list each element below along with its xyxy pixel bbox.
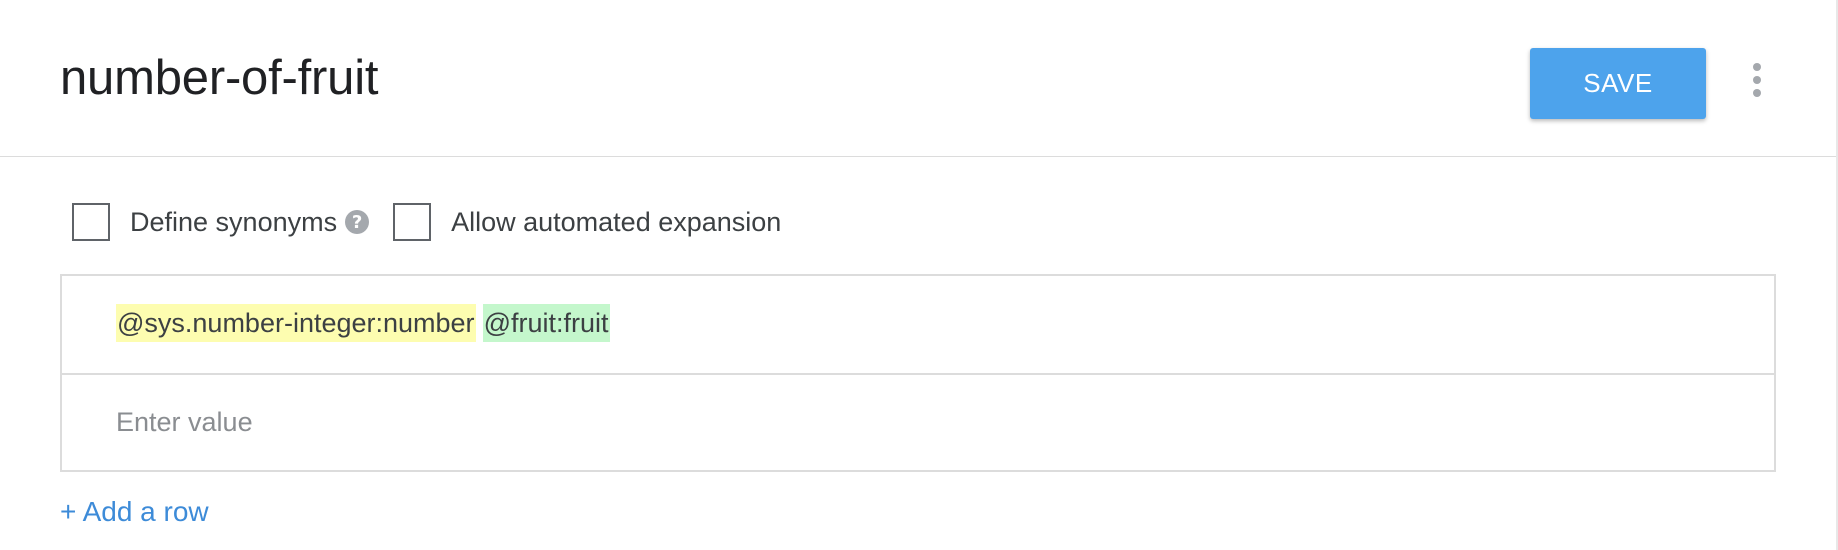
entity-editor-page: number-of-fruit SAVE Define synonyms ? A… (0, 0, 1838, 550)
question-circle-icon[interactable]: ? (345, 210, 370, 234)
more-dot (1753, 89, 1761, 97)
page-header: number-of-fruit SAVE (0, 0, 1836, 157)
allow-expansion-label: Allow automated expansion (451, 206, 782, 237)
more-dot (1753, 63, 1761, 71)
entity-options: Define synonyms ? Allow automated expans… (72, 201, 781, 243)
table-row: @sys.number-integer:number @fruit:fruit (62, 276, 1774, 373)
entity-annotation-fruit[interactable]: @fruit:fruit (482, 304, 610, 342)
page-title: number-of-fruit (60, 51, 379, 105)
entity-entries-table: @sys.number-integer:number @fruit:fruit (60, 274, 1776, 472)
entry-value[interactable]: @sys.number-integer:number @fruit:fruit (116, 304, 610, 342)
table-row-new (62, 373, 1774, 470)
more-dot (1753, 76, 1761, 84)
entity-annotation-sys-number[interactable]: @sys.number-integer:number (116, 304, 476, 342)
save-button[interactable]: SAVE (1530, 48, 1706, 119)
allow-expansion-checkbox[interactable] (393, 203, 432, 241)
define-synonyms-checkbox[interactable] (72, 203, 110, 241)
enter-value-input[interactable] (116, 403, 1676, 441)
more-vertical-icon[interactable] (1742, 58, 1772, 102)
define-synonyms-label: Define synonyms (130, 206, 338, 237)
add-row-link[interactable]: + Add a row (60, 493, 209, 531)
